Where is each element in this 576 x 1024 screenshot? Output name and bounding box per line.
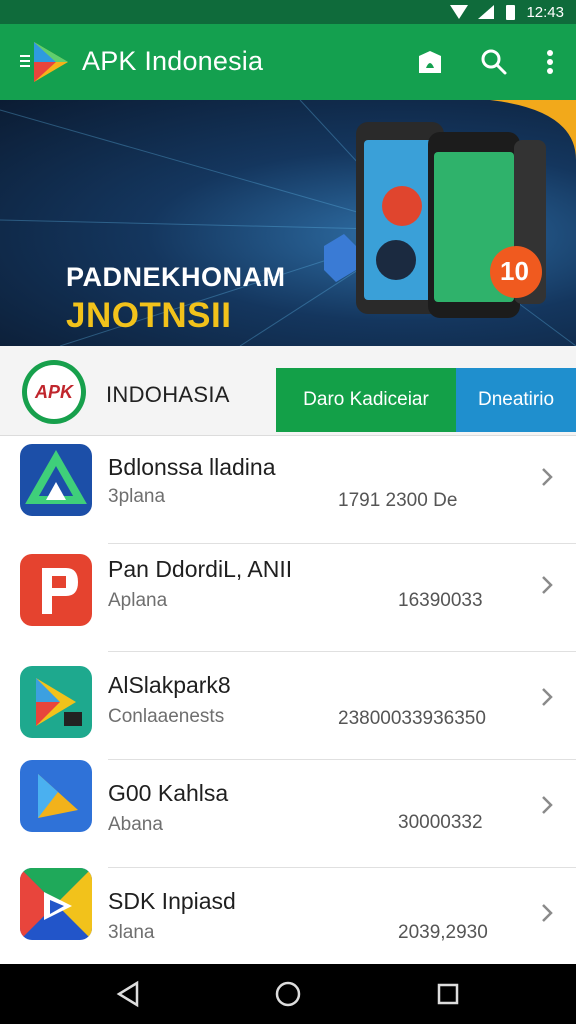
- brand-name: INDOHASIA: [106, 382, 230, 407]
- play-store-icon: [20, 666, 92, 738]
- signal-icon: [478, 5, 496, 19]
- app-subtitle: 3plana: [108, 486, 166, 507]
- app-subtitle: 3lana: [108, 922, 155, 943]
- promo-banner[interactable]: PADNEKHONAM JNOTNSII 10: [0, 100, 576, 346]
- banner-subheadline: JNOTNSII: [66, 296, 232, 335]
- p-logo-icon: [20, 554, 92, 626]
- app-count: 2039,2930: [398, 922, 488, 943]
- app-name: Pan DdordiL, ANII: [108, 556, 293, 582]
- app-subtitle: Conlaaenests: [108, 706, 225, 727]
- list-item[interactable]: Pan DdordiL, ANII Aplana 16390033: [0, 544, 576, 652]
- app-count: 30000332: [398, 812, 483, 833]
- recents-icon[interactable]: [432, 978, 464, 1010]
- banner-headline: PADNEKHONAM: [66, 262, 286, 292]
- tab-secondary[interactable]: Dneatirio: [456, 368, 576, 432]
- multicolor-play-icon: [20, 868, 92, 940]
- list-item[interactable]: Bdlonssa lladina 3plana 1791 2300 De: [0, 436, 576, 544]
- tab-primary[interactable]: Daro Kadiceiar: [276, 368, 456, 432]
- app-bar: APK Indonesia: [0, 24, 576, 100]
- app-name: G00 Kahlsa: [108, 780, 229, 806]
- chevron-right-icon: [542, 688, 553, 706]
- app-subtitle: Abana: [108, 814, 163, 835]
- app-title: APK Indonesia: [82, 46, 264, 76]
- app-subtitle: Aplana: [108, 590, 168, 611]
- list-item[interactable]: AlSlakpark8 Conlaaenests 23800033936350: [0, 652, 576, 760]
- app-count: 16390033: [398, 590, 483, 611]
- home-icon[interactable]: [272, 978, 304, 1010]
- status-time: 12:43: [526, 3, 564, 21]
- status-bar: 12:43: [0, 0, 576, 24]
- list-item[interactable]: SDK Inpiasd 3lana 2039,2930: [0, 868, 576, 976]
- play-logo-icon: [28, 38, 74, 86]
- category-tabs-row: APK INDOHASIA Daro Kadiceiar Dneatirio: [0, 346, 576, 436]
- chevron-right-icon: [542, 796, 553, 814]
- chevron-right-icon: [542, 468, 553, 486]
- app-name: SDK Inpiasd: [108, 888, 236, 914]
- more-vert-icon[interactable]: [530, 42, 570, 82]
- apk-a-icon: [20, 444, 92, 516]
- store-icon[interactable]: [410, 42, 450, 82]
- battery-icon: [506, 5, 516, 20]
- system-nav-bar: [0, 964, 576, 1024]
- app-name: Bdlonssa lladina: [108, 454, 276, 480]
- app-count: 1791 2300 De: [338, 490, 458, 511]
- chevron-right-icon: [542, 904, 553, 922]
- back-icon[interactable]: [112, 978, 144, 1010]
- app-count: 23800033936350: [338, 708, 486, 729]
- app-name: AlSlakpark8: [108, 672, 231, 698]
- play-triangle-icon: [20, 760, 92, 832]
- search-icon[interactable]: [474, 42, 514, 82]
- banner-badge: 10: [500, 256, 529, 286]
- list-item[interactable]: G00 Kahlsa Abana 30000332: [0, 760, 576, 868]
- chevron-right-icon: [542, 576, 553, 594]
- brand-logo: APK: [22, 360, 86, 424]
- wifi-icon: [450, 5, 469, 19]
- brand-logo-text: APK: [27, 365, 81, 419]
